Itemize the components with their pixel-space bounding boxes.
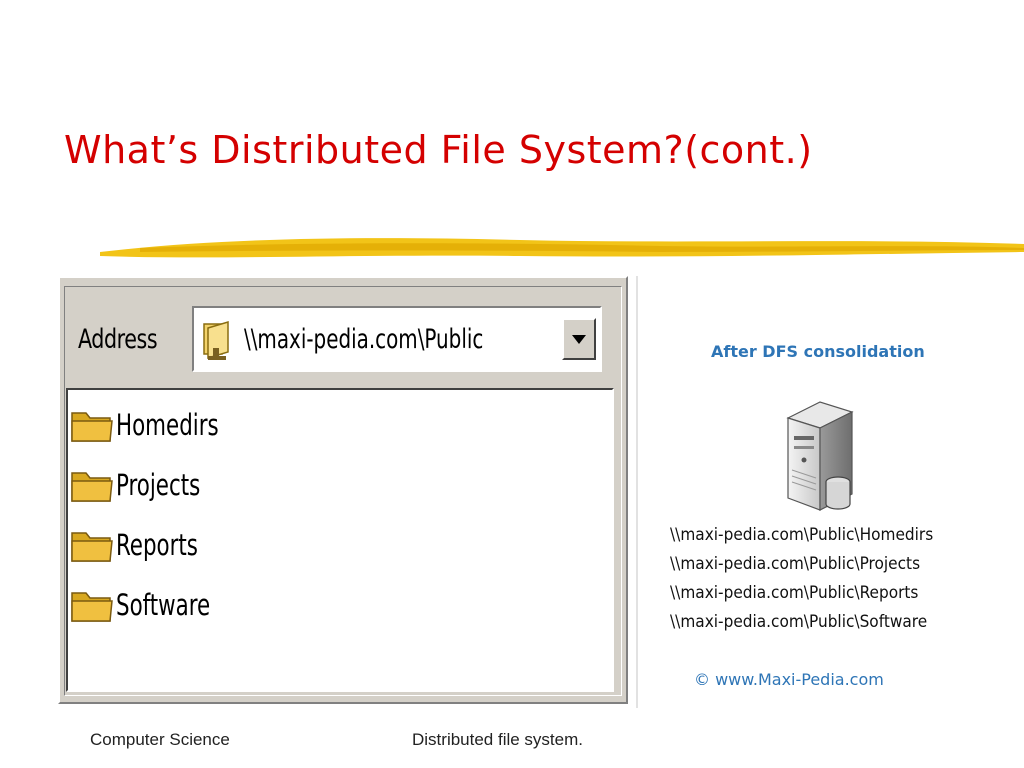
triangle-down-icon (572, 334, 586, 344)
folder-icon (71, 532, 113, 562)
copyright-text: © www.Maxi-Pedia.com (694, 670, 884, 689)
folder-item-reports[interactable]: Reports (70, 520, 216, 570)
server-icon (786, 401, 854, 511)
dfs-path: \\maxi-pedia.com\Public\Reports (670, 583, 919, 602)
address-input[interactable]: \\maxi-pedia.com\Public (244, 324, 483, 355)
folder-label: Homedirs (116, 408, 219, 442)
dfs-path: \\maxi-pedia.com\Public\Homedirs (670, 525, 934, 544)
dfs-path: \\maxi-pedia.com\Public\Projects (670, 554, 921, 573)
dfs-path-list: \\maxi-pedia.com\Public\Homedirs \\maxi-… (670, 520, 953, 636)
footer-topic: Distributed file system. (412, 730, 583, 749)
address-bar[interactable]: \\maxi-pedia.com\Public (192, 306, 602, 372)
folder-icon (71, 472, 113, 502)
folder-label: Projects (116, 468, 201, 502)
file-list-pane: Homedirs Projects Reports Software (66, 388, 614, 692)
dfs-heading: After DFS consolidation (711, 342, 925, 361)
folder-label: Reports (116, 528, 198, 562)
slide-title: What’s Distributed File System?(cont.) (64, 128, 813, 172)
dfs-path: \\maxi-pedia.com\Public\Software (670, 612, 928, 631)
footer-course: Computer Science (90, 730, 230, 749)
yellow-brush-stroke (100, 238, 1024, 258)
address-label: Address (78, 324, 158, 355)
explorer-window: Address \\maxi-pedia.com\Public Homedirs (58, 276, 628, 704)
image-divider (636, 276, 638, 708)
folder-icon (71, 592, 113, 622)
folder-icon (71, 412, 113, 442)
folder-item-software[interactable]: Software (70, 580, 231, 630)
network-folder-icon (203, 320, 229, 360)
folder-label: Software (116, 588, 211, 622)
folder-item-homedirs[interactable]: Homedirs (70, 400, 241, 450)
folder-item-projects[interactable]: Projects (70, 460, 219, 510)
address-dropdown-button[interactable] (562, 318, 596, 360)
